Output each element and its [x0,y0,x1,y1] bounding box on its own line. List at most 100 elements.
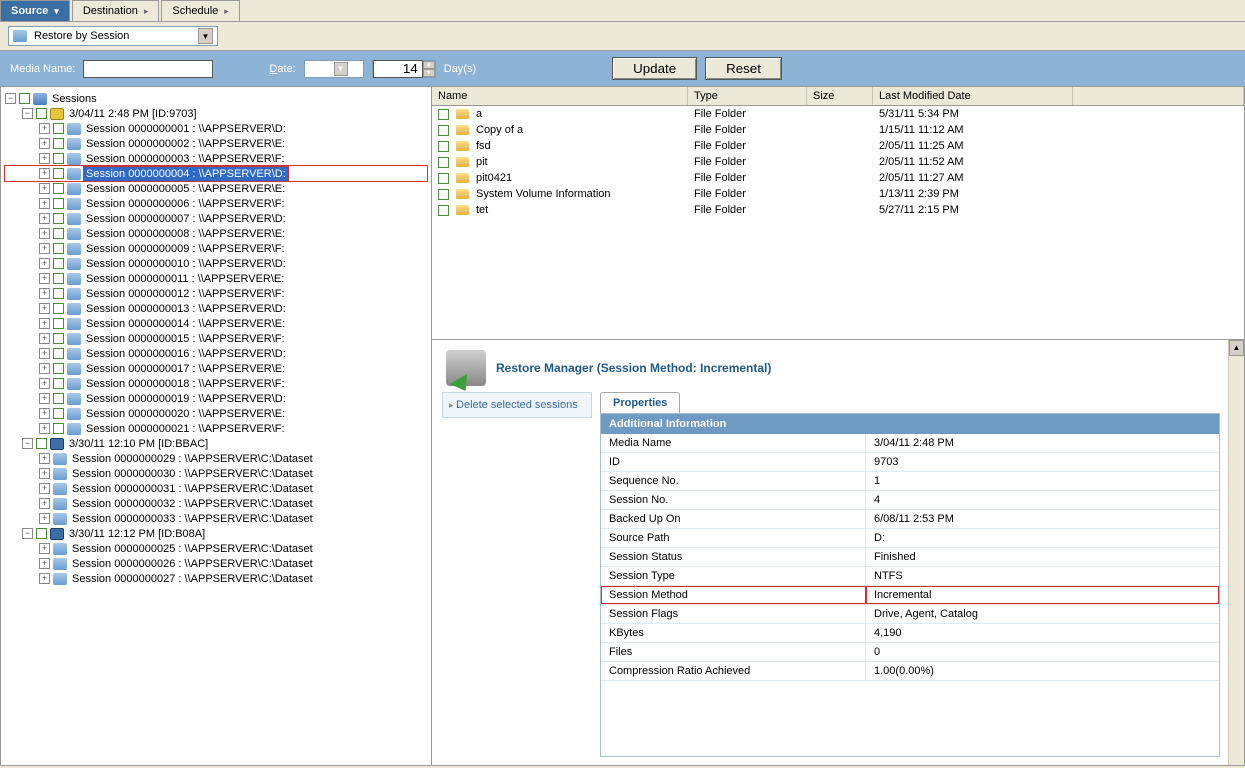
tree-node[interactable]: +Session 0000000018 : \\APPSERVER\F: [5,376,427,391]
tree-label[interactable]: Session 0000000032 : \\APPSERVER\C:\Data… [70,497,315,511]
expand-icon[interactable]: + [39,513,50,524]
expand-icon[interactable]: + [39,348,50,359]
tree-label[interactable]: 3/04/11 2:48 PM [ID:9703] [67,107,199,121]
expand-icon[interactable]: + [39,303,50,314]
expand-icon[interactable]: + [39,498,50,509]
collapse-icon[interactable]: − [22,528,33,539]
checkbox[interactable] [438,109,449,120]
tree-node[interactable]: +Session 0000000015 : \\APPSERVER\F: [5,331,427,346]
tab-properties[interactable]: Properties [600,392,680,413]
tree-node[interactable]: + Session 0000000001 : \\APPSERVER\D: [5,121,427,136]
tree-label[interactable]: Session 0000000009 : \\APPSERVER\F: [84,242,287,256]
tree-node[interactable]: +Session 0000000027 : \\APPSERVER\C:\Dat… [5,571,427,586]
tree-node[interactable]: +Session 0000000031 : \\APPSERVER\C:\Dat… [5,481,427,496]
checkbox[interactable] [53,423,64,434]
tab-schedule[interactable]: Schedule▸ [161,0,239,21]
expand-icon[interactable]: + [39,333,50,344]
tree-node[interactable]: + Session 0000000013 : \\APPSERVER\D: [5,301,427,316]
tree-label[interactable]: Session 0000000033 : \\APPSERVER\C:\Data… [70,512,315,526]
tree-node[interactable]: +Session 0000000002 : \\APPSERVER\E: [5,136,427,151]
tree-label[interactable]: Session 0000000025 : \\APPSERVER\C:\Data… [70,542,315,556]
tree-label[interactable]: Session 0000000019 : \\APPSERVER\D: [84,392,288,406]
col-size[interactable]: Size [807,87,873,105]
days-input[interactable] [373,60,423,78]
file-list[interactable]: Name Type Size Last Modified Date aFile … [432,86,1245,340]
tree-node[interactable]: + Session 0000000016 : \\APPSERVER\D: [5,346,427,361]
tree-label[interactable]: Session 0000000012 : \\APPSERVER\F: [84,287,287,301]
checkbox[interactable] [53,363,64,374]
collapse-icon[interactable]: − [5,93,16,104]
checkbox[interactable] [53,378,64,389]
tree-label[interactable]: Session 0000000014 : \\APPSERVER\E: [84,317,287,331]
tree-label[interactable]: Session 0000000006 : \\APPSERVER\F: [84,197,287,211]
checkbox[interactable] [36,438,47,449]
checkbox[interactable] [53,408,64,419]
expand-icon[interactable]: + [39,168,50,179]
col-type[interactable]: Type [688,87,807,105]
col-name[interactable]: Name [432,87,688,105]
tree-node[interactable]: + Session 0000000008 : \\APPSERVER\E: [5,226,427,241]
reset-button[interactable]: Reset [705,57,782,80]
tree-label[interactable]: Session 0000000003 : \\APPSERVER\F: [84,152,287,166]
expand-icon[interactable]: + [39,558,50,569]
tree-label[interactable]: 3/30/11 12:10 PM [ID:BBAC] [67,437,210,451]
spin-down-icon[interactable]: ▼ [423,69,435,77]
tree-label[interactable]: Sessions [50,92,99,106]
tree-label[interactable]: Session 0000000018 : \\APPSERVER\F: [84,377,287,391]
tab-destination[interactable]: Destination▸ [72,0,160,21]
days-spinner[interactable]: ▲▼ [372,60,436,78]
collapse-icon[interactable]: − [22,108,33,119]
tree-label[interactable]: Session 0000000021 : \\APPSERVER\F: [84,422,287,436]
session-tree[interactable]: −Sessions−3/04/11 2:48 PM [ID:9703]+Sess… [0,86,432,766]
checkbox[interactable] [438,141,449,152]
tree-label[interactable]: Session 0000000016 : \\APPSERVER\D: [84,347,288,361]
tree-label[interactable]: Session 0000000027 : \\APPSERVER\C:\Data… [70,572,315,586]
checkbox[interactable] [36,108,47,119]
tree-node[interactable]: +Session 0000000030 : \\APPSERVER\C:\Dat… [5,466,427,481]
checkbox[interactable] [53,198,64,209]
tree-node[interactable]: +Session 0000000012 : \\APPSERVER\F: [5,286,427,301]
expand-icon[interactable]: + [39,123,50,134]
checkbox[interactable] [53,348,64,359]
col-date[interactable]: Last Modified Date [873,87,1073,105]
expand-icon[interactable]: + [39,468,50,479]
expand-icon[interactable]: + [39,198,50,209]
tree-label[interactable]: Session 0000000004 : \\APPSERVER\D: [84,167,288,181]
tree-label[interactable]: Session 0000000029 : \\APPSERVER\C:\Data… [70,452,315,466]
tree-node[interactable]: + Session 0000000026 : \\APPSERVER\C:\Dat… [5,556,427,571]
checkbox[interactable] [53,243,64,254]
delete-sessions-link[interactable]: Delete selected sessions [449,399,585,411]
tree-node[interactable]: + Session 0000000010 : \\APPSERVER\D: [5,256,427,271]
list-row[interactable]: fsdFile Folder2/05/11 11:25 AM [432,138,1244,154]
tree-label[interactable]: Session 0000000011 : \\APPSERVER\E: [84,272,286,286]
tree-label[interactable]: Session 0000000001 : \\APPSERVER\D: [84,122,288,136]
tree-node[interactable]: + Session 0000000032 : \\APPSERVER\C:\Dat… [5,496,427,511]
tree-label[interactable]: Session 0000000013 : \\APPSERVER\D: [84,302,288,316]
tree-label[interactable]: Session 0000000026 : \\APPSERVER\C:\Data… [70,557,315,571]
scrollbar[interactable]: ▲ [1228,340,1244,765]
tree-node[interactable]: −3/30/11 12:12 PM [ID:B08A] [5,526,427,541]
tree-label[interactable]: Session 0000000007 : \\APPSERVER\D: [84,212,288,226]
list-row[interactable]: aFile Folder5/31/11 5:34 PM [432,106,1244,122]
tree-node[interactable]: +Session 0000000011 : \\APPSERVER\E: [5,271,427,286]
checkbox[interactable] [438,157,449,168]
expand-icon[interactable]: + [39,258,50,269]
media-name-input[interactable] [83,60,213,78]
tree-node[interactable]: +Session 0000000029 : \\APPSERVER\C:\Dat… [5,451,427,466]
expand-icon[interactable]: + [39,543,50,554]
tree-node[interactable]: + Session 0000000033 : \\APPSERVER\C:\Dat… [5,511,427,526]
tree-node[interactable]: +Session 0000000005 : \\APPSERVER\E: [5,181,427,196]
checkbox[interactable] [53,213,64,224]
checkbox[interactable] [53,333,64,344]
expand-icon[interactable]: + [39,228,50,239]
scroll-up-icon[interactable]: ▲ [1229,340,1244,356]
date-mode-select[interactable]: Last ▼ [304,60,364,78]
tree-label[interactable]: Session 0000000010 : \\APPSERVER\D: [84,257,288,271]
checkbox[interactable] [438,205,449,216]
tree-label[interactable]: Session 0000000008 : \\APPSERVER\E: [84,227,287,241]
expand-icon[interactable]: + [39,153,50,164]
tree-node[interactable]: +Session 0000000020 : \\APPSERVER\E: [5,406,427,421]
tree-node[interactable]: + Session 0000000004 : \\APPSERVER\D: [5,166,427,181]
expand-icon[interactable]: + [39,483,50,494]
checkbox[interactable] [53,153,64,164]
